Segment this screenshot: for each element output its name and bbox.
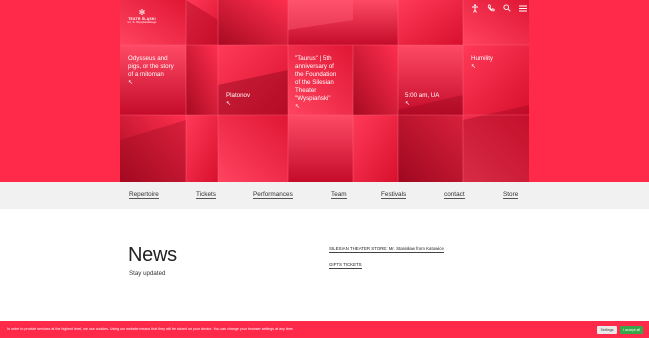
nav-performances[interactable]: Performances: [253, 191, 293, 199]
search-icon[interactable]: [502, 3, 512, 13]
arrow-icon: ↖: [405, 101, 411, 107]
nav-team[interactable]: Team: [331, 191, 347, 199]
show-tile-platonov[interactable]: Platonov ↖: [226, 92, 266, 108]
show-title: Odysseus and pigs, or the story of a mit…: [128, 55, 174, 78]
show-title: Platonov: [226, 92, 251, 99]
nav-tickets[interactable]: Tickets: [196, 191, 217, 199]
news-link-gift-tickets[interactable]: GIFTS TICKETS: [329, 262, 362, 269]
show-title: 5:00 am, UA: [405, 92, 440, 99]
main-nav: Repertoire Tickets Performances Team Fes…: [0, 182, 649, 209]
show-title: "Taurus" | 5th anniversary of the Founda…: [295, 55, 337, 102]
accessibility-icon[interactable]: [470, 3, 480, 13]
logo-mark-icon: ✻: [138, 8, 146, 17]
cookie-text: In order to provide services at the high…: [7, 327, 294, 331]
cookie-banner: In order to provide services at the high…: [0, 321, 649, 338]
cookie-accept-button[interactable]: I accept all: [620, 326, 643, 334]
hero-banner: ✻ TEATR ŚLĄSKI im. S. Wyspiańskiego Odys…: [0, 0, 649, 182]
show-title: Humility: [471, 55, 494, 62]
news-subtitle: Stay updated: [129, 270, 166, 277]
header-icons: [470, 3, 528, 13]
show-tile-humility[interactable]: Humility ↖: [471, 55, 521, 71]
show-tile-taurus[interactable]: "Taurus" | 5th anniversary of the Founda…: [295, 55, 343, 111]
logo-line-2: im. S. Wyspiańskiego: [127, 20, 157, 24]
show-tile-5am[interactable]: 5:00 am, UA ↖: [405, 92, 455, 108]
phone-icon[interactable]: [486, 3, 496, 13]
cookie-settings-button[interactable]: Settings: [597, 326, 617, 334]
nav-store[interactable]: Store: [503, 191, 519, 199]
arrow-icon: ↖: [471, 64, 477, 70]
theater-logo[interactable]: ✻ TEATR ŚLĄSKI im. S. Wyspiańskiego: [127, 9, 157, 24]
news-heading: News: [128, 244, 177, 266]
arrow-icon: ↖: [295, 104, 301, 110]
menu-icon[interactable]: [518, 3, 528, 13]
arrow-icon: ↖: [128, 80, 134, 86]
nav-repertoire[interactable]: Repertoire: [129, 191, 159, 199]
show-tile-odysseus[interactable]: Odysseus and pigs, or the story of a mit…: [128, 55, 176, 87]
arrow-icon: ↖: [226, 101, 232, 107]
news-link-store[interactable]: SILESIAN THEATER STORE: Mr. Stanisław fr…: [329, 246, 444, 253]
nav-festivals[interactable]: Festivals: [381, 191, 407, 199]
nav-contact[interactable]: contact: [444, 191, 465, 199]
